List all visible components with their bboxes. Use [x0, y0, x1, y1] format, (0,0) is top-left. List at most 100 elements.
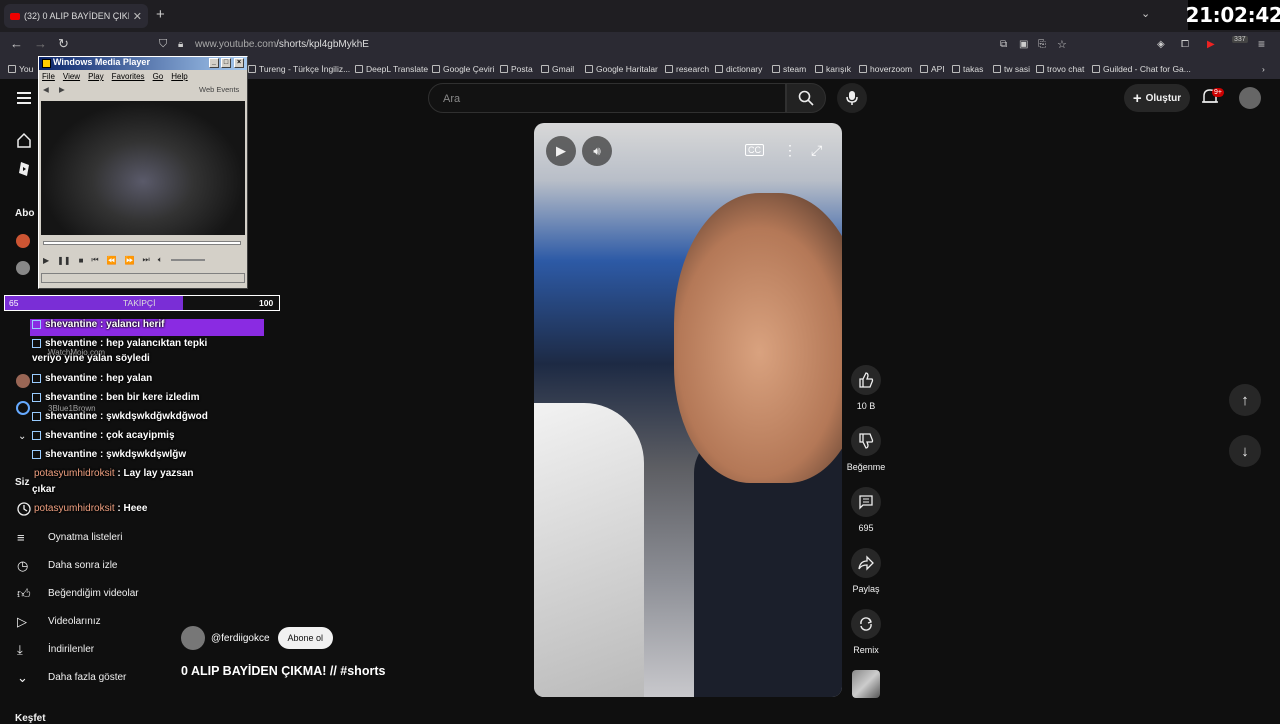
subscribe-button[interactable]: Abone ol: [277, 627, 334, 649]
voice-search-button[interactable]: [837, 83, 867, 113]
bookmark-item[interactable]: Google Çeviri: [432, 64, 495, 74]
create-button[interactable]: + Oluştur: [1124, 84, 1190, 112]
bookmark-item[interactable]: API: [920, 64, 945, 74]
wmp-seek-bar[interactable]: [43, 241, 241, 245]
previous-short-button[interactable]: ↑: [1229, 384, 1261, 416]
volume-button[interactable]: 🔊︎: [582, 136, 612, 166]
sidebar-item[interactable]: ▷ Videolarınız: [0, 608, 160, 634]
youtube-ext-icon[interactable]: ▶: [1207, 39, 1215, 50]
new-tab-icon[interactable]: +: [156, 6, 165, 23]
share-action[interactable]: Paylaş: [846, 548, 886, 594]
bookmark-item[interactable]: research: [665, 64, 709, 74]
bookmark-item[interactable]: dictionary: [715, 64, 762, 74]
bookmark-item[interactable]: You: [8, 64, 33, 74]
star-icon[interactable]: ☆: [1057, 38, 1067, 51]
shield-icon[interactable]: ⛉: [159, 38, 167, 51]
back-icon[interactable]: ←: [10, 36, 23, 51]
bookmark-item[interactable]: Google Haritalar: [585, 64, 658, 74]
wmp-stop-icon[interactable]: ■: [79, 256, 84, 265]
channel-avatar[interactable]: [16, 261, 30, 275]
bookmark-item[interactable]: steam: [772, 64, 806, 74]
bookmark-item[interactable]: Posta: [500, 64, 533, 74]
bookmark-item[interactable]: trovo chat: [1036, 64, 1084, 74]
like-action[interactable]: 10 B: [846, 365, 886, 411]
bookmark-item[interactable]: DeepL Translate: [355, 64, 428, 74]
channel-avatar[interactable]: [16, 401, 30, 415]
sidebar-item[interactable]: ≡ Oynatma listeleri: [0, 524, 160, 550]
menu-icon[interactable]: ≡: [1258, 37, 1265, 51]
wmp-back-icon[interactable]: ◀: [43, 85, 49, 94]
wmp-rewind-icon[interactable]: ⏪: [107, 256, 117, 265]
wmp-next-icon[interactable]: ⏭: [143, 255, 150, 265]
wmp-volume-slider[interactable]: [170, 259, 205, 261]
bookmark-item[interactable]: karışık: [815, 64, 851, 74]
bookmark-item[interactable]: Tureng - Türkçe İngiliz...: [248, 64, 350, 74]
remix-action[interactable]: Remix: [846, 609, 886, 655]
windows-media-player-window[interactable]: Windows Media Player _ □ × File View Play F…: [38, 56, 248, 289]
wmp-prev-icon[interactable]: ⏮: [91, 255, 98, 265]
search-button[interactable]: [786, 83, 826, 113]
wmp-menu-item[interactable]: File: [42, 72, 55, 81]
wmp-ffwd-icon[interactable]: ⏩: [125, 256, 135, 265]
sidebar-item[interactable]: 👍︎ Beğendiğim videolar: [0, 580, 160, 606]
more-options-icon[interactable]: ⋮: [783, 142, 797, 159]
hamburger-menu-icon[interactable]: [17, 92, 31, 104]
bookmark-label: karışık: [826, 64, 852, 74]
bookmark-item[interactable]: hoverzoom: [859, 64, 912, 74]
web-events-link[interactable]: Web Events: [199, 85, 239, 94]
bookmark-item[interactable]: Guilded - Chat for Ga...: [1092, 64, 1191, 74]
translate-icon[interactable]: ⎘: [1038, 39, 1046, 50]
forward-icon[interactable]: →: [34, 36, 47, 51]
next-short-button[interactable]: ↓: [1229, 435, 1261, 467]
wmp-menu-item[interactable]: Help: [171, 72, 187, 81]
dislike-action[interactable]: Beğenme: [846, 426, 886, 472]
url-bar[interactable]: www.youtube.com/shorts/kpl4gbMykhE: [195, 39, 369, 50]
minimize-button[interactable]: _: [209, 58, 219, 68]
reload-icon[interactable]: ↻: [58, 36, 69, 52]
channel-avatar[interactable]: [16, 234, 30, 248]
home-icon[interactable]: [16, 132, 32, 148]
extension-icon[interactable]: ◈: [1157, 39, 1165, 50]
channel-avatar[interactable]: [16, 374, 30, 388]
bookmark-item[interactable]: Gmail: [541, 64, 574, 74]
notification-badge: 9+: [1212, 88, 1224, 97]
channel-avatar[interactable]: [181, 626, 205, 650]
bookmark-item[interactable]: takas: [952, 64, 983, 74]
comments-action[interactable]: 695: [846, 487, 886, 533]
fullscreen-icon[interactable]: ⤢: [811, 142, 822, 159]
wmp-menu-item[interactable]: View: [63, 72, 80, 81]
sidebar-item[interactable]: ⌄ Daha fazla göster: [0, 664, 160, 690]
reader-icon[interactable]: ▣: [1019, 39, 1028, 50]
wmp-menu-item[interactable]: Go: [153, 72, 164, 81]
lock-icon[interactable]: 🔒︎: [178, 39, 183, 50]
play-button[interactable]: ▶: [546, 136, 576, 166]
account-avatar[interactable]: [1239, 87, 1261, 109]
channel-name[interactable]: @ferdiigokce: [211, 633, 270, 644]
browser-tab[interactable]: (32) 0 ALIP BAYİDEN ÇIKMA! // ✕: [4, 4, 148, 28]
maximize-button[interactable]: □: [221, 58, 231, 68]
more-bookmarks-icon[interactable]: ›: [1262, 64, 1265, 74]
close-button[interactable]: ×: [234, 58, 244, 68]
wmp-volume-icon[interactable]: 🔈︎: [158, 255, 163, 265]
search-input[interactable]: Ara: [428, 83, 786, 113]
you-heading[interactable]: Siz: [15, 477, 29, 488]
sound-thumbnail[interactable]: [852, 670, 880, 698]
wmp-menu-item[interactable]: Play: [88, 72, 104, 81]
puzzle-icon[interactable]: ⧠: [1181, 39, 1189, 50]
history-icon[interactable]: [17, 502, 31, 516]
wmp-play-icon[interactable]: ▶: [43, 256, 49, 265]
screenshot-icon[interactable]: ⧉: [1000, 39, 1007, 50]
wmp-menu-item[interactable]: Favorites: [112, 72, 145, 81]
wmp-pause-icon[interactable]: ❚❚: [57, 256, 70, 265]
wmp-forward-icon[interactable]: ▶: [59, 85, 65, 94]
captions-icon[interactable]: CC: [745, 144, 764, 156]
chevron-down-icon[interactable]: ⌄: [18, 431, 26, 442]
tab-list-chevron-icon[interactable]: ⌄: [1141, 7, 1150, 20]
wmp-status-bar: [41, 273, 245, 283]
bookmark-item[interactable]: tw sasi: [993, 64, 1030, 74]
shorts-icon[interactable]: [16, 161, 32, 177]
short-video-player[interactable]: ▶ 🔊︎ CC ⋮ ⤢: [534, 123, 842, 697]
close-tab-icon[interactable]: ✕: [133, 10, 142, 23]
sidebar-item[interactable]: ◷ Daha sonra izle: [0, 552, 160, 578]
sidebar-item[interactable]: ⤓ İndirilenler: [0, 636, 160, 662]
